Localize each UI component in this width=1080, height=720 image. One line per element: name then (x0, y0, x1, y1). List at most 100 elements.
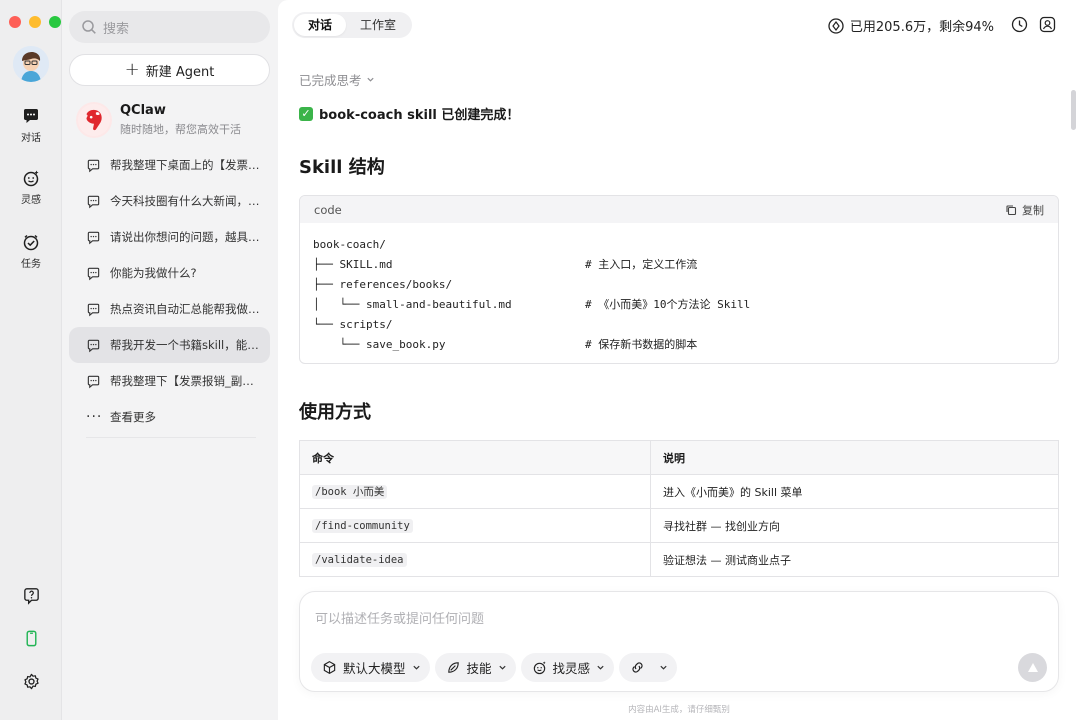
conversation-item[interactable]: 今天科技圈有什么大新闻，帮我 (69, 183, 270, 219)
check-mark-icon: ✓ (299, 106, 313, 121)
chat-icon (87, 339, 100, 352)
message-composer[interactable]: 可以描述任务或提问任何问题 默认大模型 技能 找灵感 (299, 591, 1059, 692)
conversation-item[interactable]: 帮我整理下桌面上的【发票报销 (69, 147, 270, 183)
table-cell-command: /find-community (299, 508, 651, 543)
table-header: 命令 (299, 440, 651, 475)
thinking-toggle[interactable]: 已完成思考 (299, 70, 1059, 89)
agent-card[interactable]: QClaw 随时随地，帮您高效干活 (76, 100, 266, 140)
settings-button[interactable] (0, 672, 62, 691)
chevron-down-icon (597, 665, 604, 670)
command-code: /find-community (312, 519, 413, 533)
ai-disclaimer: 内容由AI生成，请仔细甄别 (628, 705, 730, 715)
table-row: /find-community 寻找社群 — 找创业方向 (299, 508, 1059, 543)
code-line: ├── SKILL.md # 主入口，定义工作流 (313, 255, 1045, 275)
chevron-down-icon (498, 665, 506, 670)
section-title-usage: 使用方式 (299, 402, 371, 423)
more-dots-icon: ··· (86, 409, 103, 425)
code-line: book-coach/ (313, 235, 1045, 255)
copy-icon (1006, 204, 1017, 215)
tab-chat[interactable]: 对话 (294, 14, 347, 36)
zoom-window-button[interactable] (49, 16, 61, 28)
rail-item-chat[interactable]: 对话 (0, 106, 62, 144)
table-cell-command: /book 小而美 (299, 474, 651, 509)
code-line: │ └── small-and-beautiful.md # 《小而美》10个方法… (313, 295, 1045, 315)
message-content: 已完成思考 ✓ book-coach skill 已创建完成！ Skill 结构… (299, 70, 1059, 577)
code-path: └── scripts/ (313, 318, 393, 331)
plus-icon: + (124, 59, 140, 80)
thinking-label: 已完成思考 (299, 73, 362, 88)
view-more-button[interactable]: ··· 查看更多 (69, 399, 270, 435)
search-box[interactable]: 搜索 (69, 11, 270, 43)
new-agent-button[interactable]: + 新建 Agent (69, 54, 270, 86)
skills-selector[interactable]: 技能 (434, 653, 516, 682)
composer-input[interactable]: 可以描述任务或提问任何问题 (315, 608, 484, 627)
search-placeholder: 搜索 (103, 21, 130, 37)
conversation-title: 帮我整理下【发票报销_副本】 (110, 374, 260, 388)
user-profile-icon[interactable] (1039, 16, 1056, 33)
token-diamond-icon (828, 17, 844, 34)
copy-button[interactable]: 复制 (1005, 202, 1044, 218)
rail-item-inspiration[interactable]: 灵感 (0, 168, 62, 206)
agent-desc: 随时随地，帮您高效干活 (120, 123, 241, 136)
view-more-label: 查看更多 (110, 410, 156, 424)
copy-label: 复制 (1022, 203, 1044, 217)
rail-item-tasks[interactable]: 任务 (0, 232, 62, 270)
conversation-item[interactable]: 请说出你想问的问题，越具体越 (69, 219, 270, 255)
inspiration-label: 找灵感 (552, 661, 591, 676)
scrollbar-thumb[interactable] (1071, 90, 1076, 130)
table-header: 说明 (650, 440, 1059, 475)
search-icon (82, 20, 96, 34)
command-code: /book 小而美 (312, 485, 388, 499)
conversation-title: 帮我整理下桌面上的【发票报销 (110, 158, 260, 172)
conversation-item[interactable]: 你能为我做什么? (69, 255, 270, 291)
conversation-item-active[interactable]: 帮我开发一个书籍skill，能帮我 (69, 327, 270, 363)
chat-icon (87, 303, 100, 316)
send-arrow-icon (1027, 662, 1038, 672)
help-icon (23, 588, 39, 605)
tab-studio[interactable]: 工作室 (346, 14, 410, 36)
conversation-sidebar: 搜索 + 新建 Agent QClaw 随时随地，帮您高效干活 帮我整理下桌面上… (62, 0, 278, 720)
smile-sparkle-icon (533, 661, 546, 675)
link-icon (632, 662, 643, 673)
skills-label: 技能 (466, 661, 492, 676)
composer-toolbar: 默认大模型 技能 找灵感 (311, 653, 678, 682)
chevron-down-icon (366, 77, 374, 82)
history-clock-icon[interactable] (1011, 16, 1028, 33)
agent-logo (76, 102, 112, 138)
code-line: └── save_book.py # 保存新书数据的脚本 (313, 335, 1045, 355)
minimize-window-button[interactable] (29, 16, 41, 28)
quota-text: 已用205.6万，剩余94% (849, 20, 994, 35)
icon-rail: 对话 灵感 任务 (0, 0, 62, 720)
phone-connect-button[interactable] (0, 629, 62, 648)
rail-label-inspiration: 灵感 (21, 195, 41, 206)
conversation-item[interactable]: 帮我整理下【发票报销_副本】 (69, 363, 270, 399)
inspiration-selector[interactable]: 找灵感 (520, 653, 615, 682)
task-check-icon (23, 234, 39, 251)
phone-icon (26, 630, 36, 647)
smile-sparkle-icon (23, 170, 39, 187)
table-cell-desc: 寻找社群 — 找创业方向 (650, 508, 1059, 543)
link-selector[interactable] (619, 653, 678, 682)
code-path: └── save_book.py (313, 338, 446, 351)
chat-icon (87, 267, 100, 280)
user-avatar[interactable] (13, 46, 49, 82)
model-selector[interactable]: 默认大模型 (311, 653, 430, 682)
completion-text: book-coach skill 已创建完成！ (319, 108, 520, 123)
mode-tabs: 对话 工作室 (292, 12, 413, 38)
claw-logo-icon (77, 103, 111, 137)
code-comment: # 保存新书数据的脚本 (585, 338, 698, 351)
avatar-icon (13, 46, 49, 82)
new-agent-label: 新建 Agent (145, 64, 215, 80)
chat-icon (87, 231, 100, 244)
code-path: ├── SKILL.md (313, 258, 393, 271)
send-button[interactable] (1018, 653, 1047, 682)
close-window-button[interactable] (9, 16, 21, 28)
code-path: │ └── small-and-beautiful.md (313, 298, 512, 311)
conversation-title: 请说出你想问的问题，越具体越 (110, 230, 260, 244)
quota-indicator[interactable]: 已用205.6万，剩余94% (828, 16, 994, 35)
code-block: code 复制 book-coach/ ├── SKILL.md # 主入口，定义… (299, 195, 1059, 364)
chat-icon (87, 159, 100, 172)
chat-main: 对话 工作室 已用205.6万，剩余94% 已完成思考 ✓ book-coach… (278, 0, 1080, 720)
help-button[interactable] (0, 586, 62, 605)
conversation-item[interactable]: 热点资讯自动汇总能帮我做什么 (69, 291, 270, 327)
